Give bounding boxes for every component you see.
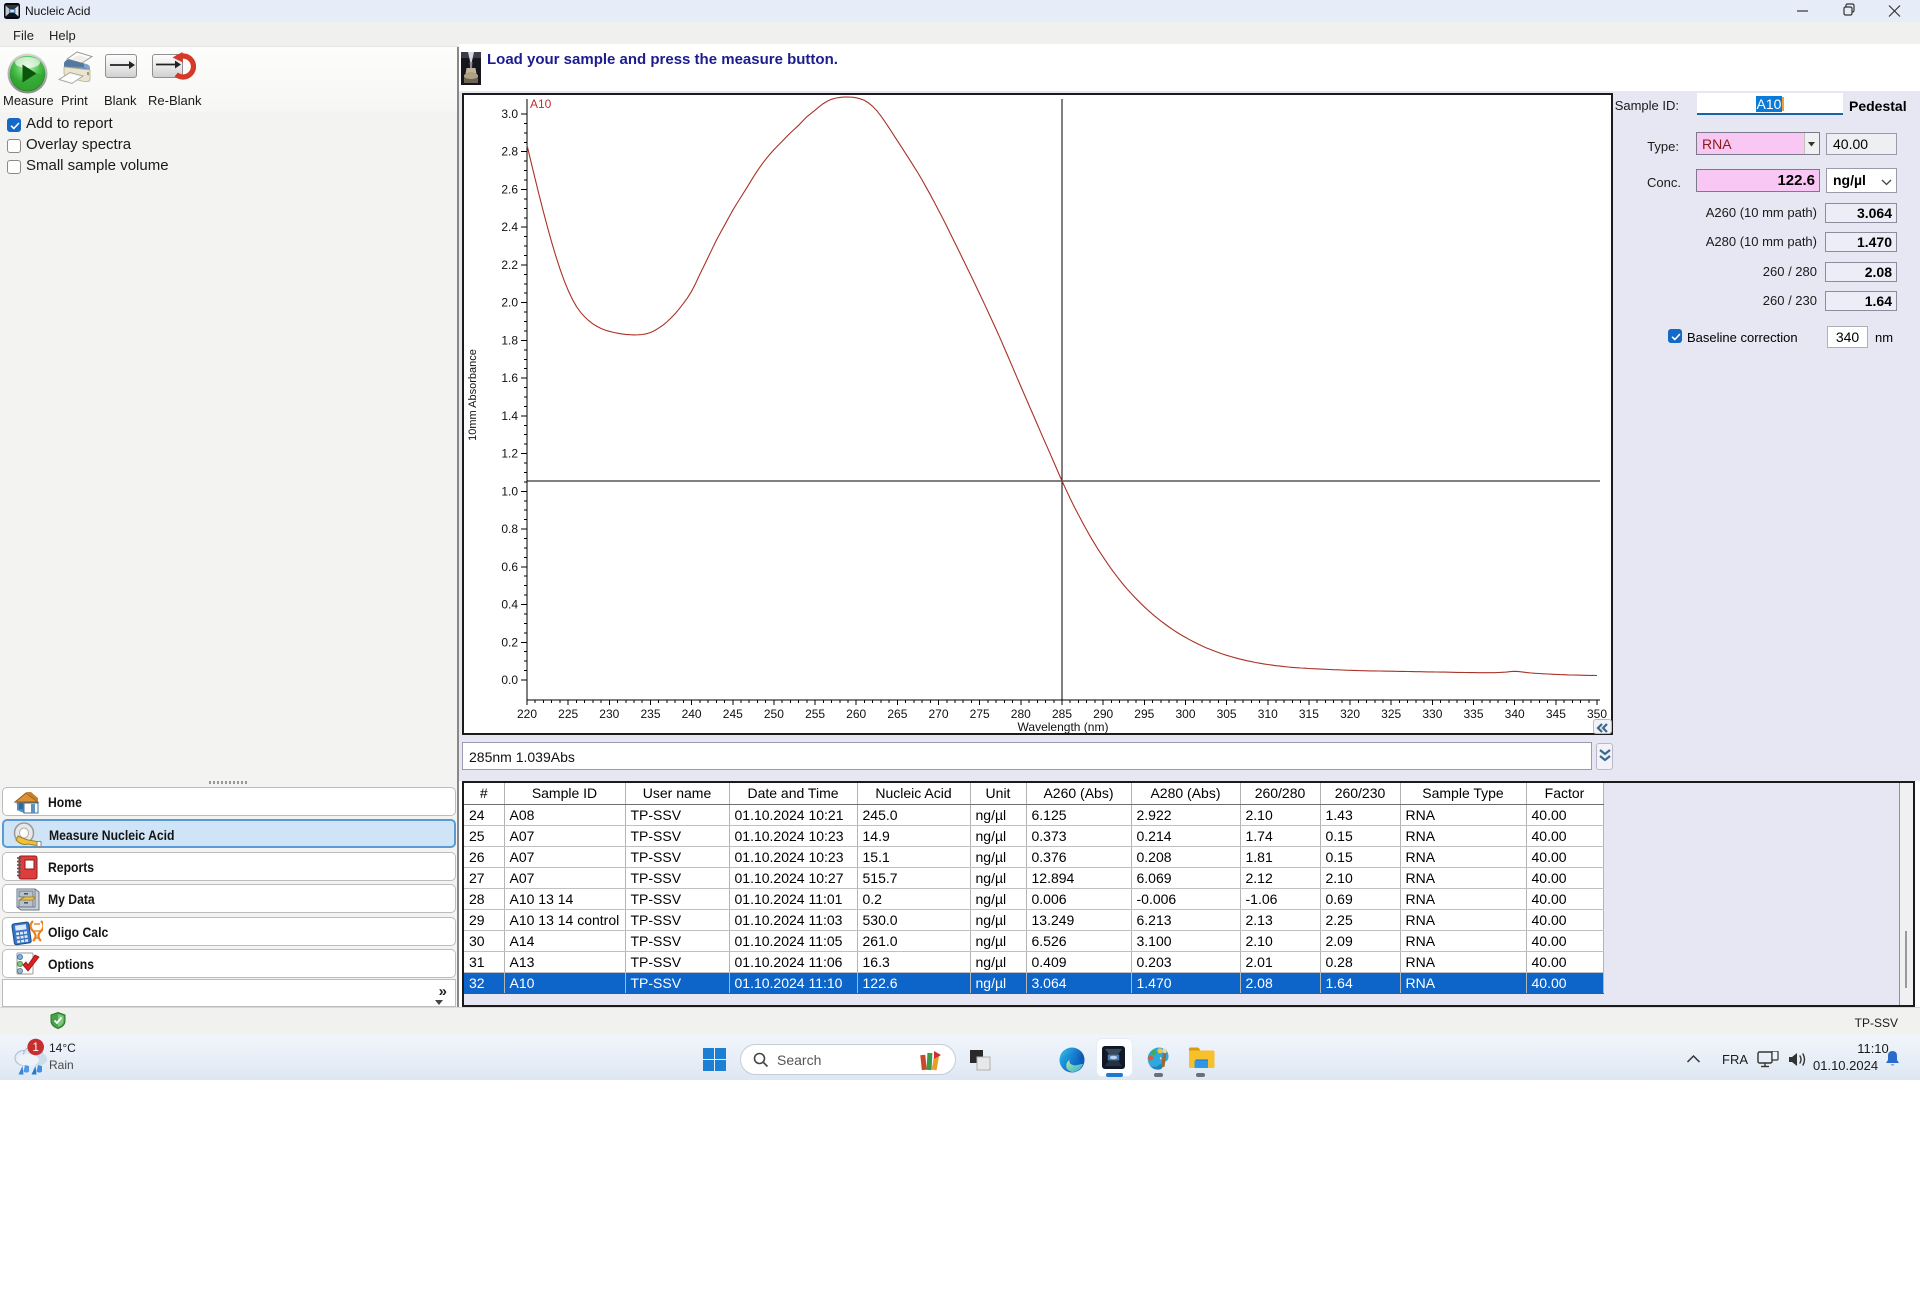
svg-text:1.4: 1.4 bbox=[501, 409, 518, 423]
svg-text:295: 295 bbox=[1134, 707, 1154, 721]
svg-text:275: 275 bbox=[970, 707, 990, 721]
svg-text:2.8: 2.8 bbox=[501, 145, 518, 159]
svg-text:Wavelength (nm): Wavelength (nm) bbox=[1018, 720, 1109, 733]
svg-text:A10: A10 bbox=[530, 97, 552, 111]
svg-text:240: 240 bbox=[682, 707, 702, 721]
svg-text:2.4: 2.4 bbox=[501, 220, 518, 234]
svg-text:1.2: 1.2 bbox=[501, 447, 518, 461]
svg-text:1: 1 bbox=[32, 1042, 38, 1054]
svg-text:345: 345 bbox=[1546, 707, 1566, 721]
svg-text:1.6: 1.6 bbox=[501, 371, 518, 385]
svg-text:0.2: 0.2 bbox=[501, 635, 518, 649]
svg-text:0.4: 0.4 bbox=[501, 598, 518, 612]
svg-text:285: 285 bbox=[1052, 707, 1072, 721]
svg-text:325: 325 bbox=[1381, 707, 1401, 721]
svg-text:265: 265 bbox=[887, 707, 907, 721]
svg-text:335: 335 bbox=[1463, 707, 1483, 721]
svg-text:235: 235 bbox=[640, 707, 660, 721]
svg-text:250: 250 bbox=[764, 707, 784, 721]
svg-text:305: 305 bbox=[1217, 707, 1237, 721]
svg-text:0.8: 0.8 bbox=[501, 522, 518, 536]
svg-text:1.8: 1.8 bbox=[501, 333, 518, 347]
svg-text:270: 270 bbox=[928, 707, 948, 721]
svg-text:245: 245 bbox=[723, 707, 743, 721]
svg-text:0.0: 0.0 bbox=[501, 673, 518, 687]
svg-text:280: 280 bbox=[1011, 707, 1031, 721]
svg-text:230: 230 bbox=[599, 707, 619, 721]
svg-text:290: 290 bbox=[1093, 707, 1113, 721]
svg-text:330: 330 bbox=[1422, 707, 1442, 721]
svg-text:225: 225 bbox=[558, 707, 578, 721]
svg-text:320: 320 bbox=[1340, 707, 1360, 721]
svg-text:220: 220 bbox=[517, 707, 537, 721]
svg-text:1.0: 1.0 bbox=[501, 484, 518, 498]
svg-text:2.2: 2.2 bbox=[501, 258, 518, 272]
svg-text:310: 310 bbox=[1258, 707, 1278, 721]
svg-text:260: 260 bbox=[846, 707, 866, 721]
svg-text:300: 300 bbox=[1175, 707, 1195, 721]
svg-text:315: 315 bbox=[1299, 707, 1319, 721]
svg-text:10mm Absorbance: 10mm Absorbance bbox=[467, 349, 479, 441]
svg-text:2.6: 2.6 bbox=[501, 183, 518, 197]
svg-text:340: 340 bbox=[1505, 707, 1525, 721]
svg-text:0.6: 0.6 bbox=[501, 560, 518, 574]
svg-text:3.0: 3.0 bbox=[501, 107, 518, 121]
svg-text:255: 255 bbox=[805, 707, 825, 721]
svg-text:2.0: 2.0 bbox=[501, 296, 518, 310]
